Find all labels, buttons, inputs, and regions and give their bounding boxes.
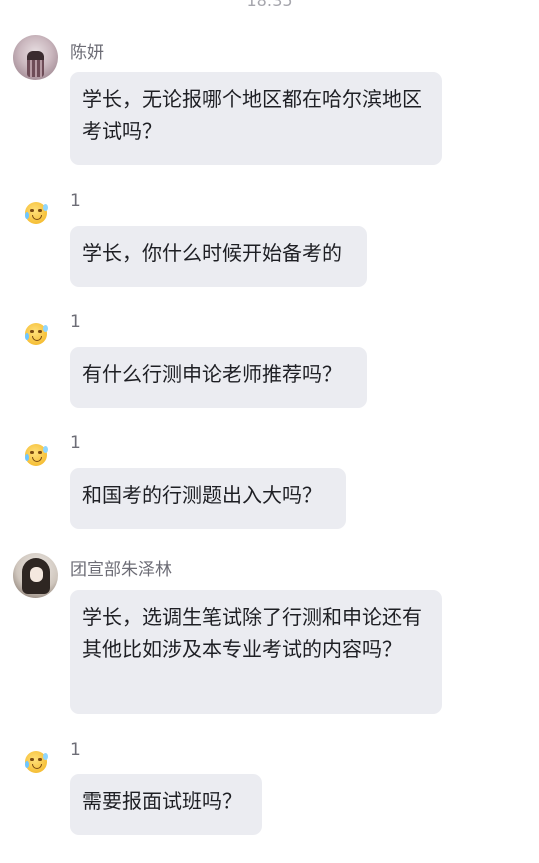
emoji-avatar-icon[interactable]: [25, 202, 48, 224]
sender-name: 1: [70, 433, 81, 453]
user-avatar[interactable]: [13, 553, 58, 598]
sender-name: 1: [70, 191, 81, 211]
emoji-avatar-icon[interactable]: [25, 751, 48, 773]
message-bubble[interactable]: 学长，无论报哪个地区都在哈尔滨地区考试吗？: [70, 72, 442, 165]
message-bubble[interactable]: 学长，你什么时候开始备考的: [70, 226, 367, 287]
message-bubble[interactable]: 和国考的行测题出入大吗？: [70, 468, 346, 529]
message-bubble[interactable]: 需要报面试班吗？: [70, 774, 262, 835]
message-bubble[interactable]: 学长，选调生笔试除了行测和申论还有其他比如涉及本专业考试的内容吗？: [70, 590, 442, 714]
sender-name: 1: [70, 740, 81, 760]
timestamp: 18:35: [246, 0, 293, 10]
emoji-avatar-icon[interactable]: [25, 323, 48, 345]
message-bubble[interactable]: 有什么行测申论老师推荐吗？: [70, 347, 367, 408]
user-avatar[interactable]: [13, 35, 58, 80]
emoji-avatar-icon[interactable]: [25, 444, 48, 466]
sender-name: 1: [70, 312, 81, 332]
sender-name: 陈妍: [70, 43, 104, 63]
sender-name: 团宣部朱泽林: [70, 560, 172, 580]
